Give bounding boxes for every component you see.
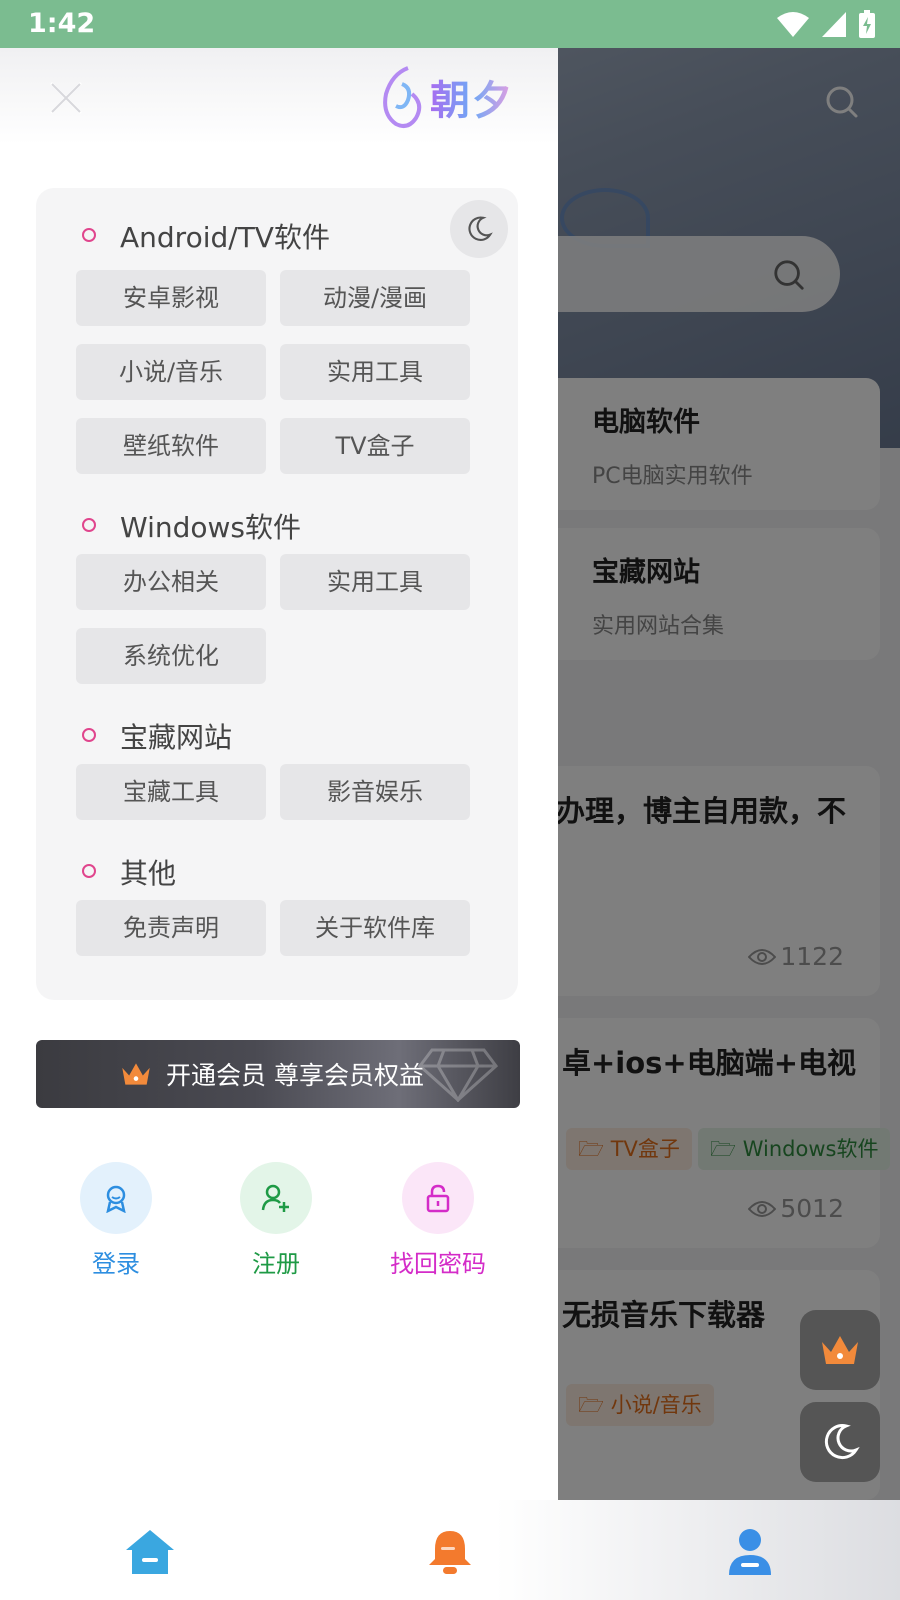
menu-chip[interactable]: 影音娱乐	[280, 764, 470, 820]
menu-chip[interactable]: 宝藏工具	[76, 764, 266, 820]
theme-toggle-button[interactable]	[450, 200, 508, 258]
crown-icon	[822, 1336, 858, 1364]
nav-notifications[interactable]	[420, 1522, 480, 1582]
menu-chip[interactable]: 系统优化	[76, 628, 266, 684]
lock-icon	[426, 1184, 450, 1213]
bullet-icon	[82, 728, 96, 742]
register-icon-circle	[240, 1162, 312, 1234]
wifi-icon	[777, 12, 809, 37]
recover-password-action[interactable]: 找回密码	[368, 1162, 508, 1279]
logo: 朝夕	[378, 64, 514, 130]
menu-chip[interactable]: 实用工具	[280, 554, 470, 610]
menu-chip[interactable]: 实用工具	[280, 344, 470, 400]
signal-icon	[822, 12, 846, 37]
vip-banner[interactable]: 开通会员 尊享会员权益	[36, 1040, 520, 1108]
login-label: 登录	[92, 1250, 140, 1278]
user-plus-icon	[261, 1184, 289, 1212]
menu-chip[interactable]: 免责声明	[76, 900, 266, 956]
vip-banner-text: 开通会员 尊享会员权益	[166, 1061, 424, 1090]
battery-icon	[859, 10, 875, 38]
vip-fab[interactable]	[800, 1310, 880, 1390]
bell-icon	[429, 1531, 471, 1574]
menu-chip[interactable]: 小说/音乐	[76, 344, 266, 400]
menu-chip[interactable]: 关于软件库	[280, 900, 470, 956]
bullet-icon	[82, 864, 96, 878]
login-icon-circle	[80, 1162, 152, 1234]
bullet-icon	[82, 518, 96, 532]
drawer-header: 朝夕	[0, 48, 558, 144]
menu-chip[interactable]: 动漫/漫画	[280, 270, 470, 326]
moon-icon	[824, 1424, 860, 1460]
section-label: Windows软件	[120, 511, 301, 544]
recover-password-label: 找回密码	[390, 1250, 486, 1278]
menu-chip[interactable]: 安卓影视	[76, 270, 266, 326]
diamond-icon	[418, 1048, 498, 1102]
user-icon	[729, 1529, 771, 1575]
logo-text: 朝夕	[430, 68, 514, 126]
nav-home[interactable]	[120, 1522, 180, 1582]
close-icon[interactable]	[46, 78, 86, 118]
status-bar: 1:42	[0, 0, 900, 48]
register-action[interactable]: 注册	[206, 1162, 346, 1279]
bottom-navigation	[0, 1500, 900, 1600]
crown-icon	[122, 1063, 150, 1085]
login-action[interactable]: 登录	[46, 1162, 186, 1279]
menu-chip[interactable]: TV盒子	[280, 418, 470, 474]
register-label: 注册	[252, 1250, 300, 1278]
side-drawer: 朝夕 Android/TV软件 安卓影视 动漫/漫画 小说/音乐 实用工具 壁纸…	[0, 48, 558, 1500]
moon-icon	[468, 216, 493, 241]
bullet-icon	[82, 228, 96, 242]
menu-chip[interactable]: 壁纸软件	[76, 418, 266, 474]
menu-chip[interactable]: 办公相关	[76, 554, 266, 610]
category-menu: Android/TV软件 安卓影视 动漫/漫画 小说/音乐 实用工具 壁纸软件 …	[36, 188, 518, 1000]
home-icon	[126, 1530, 174, 1574]
status-time: 1:42	[28, 8, 96, 39]
recover-icon-circle	[402, 1162, 474, 1234]
section-label: Android/TV软件	[120, 221, 330, 254]
badge-icon	[106, 1185, 126, 1213]
section-label: 宝藏网站	[120, 721, 233, 754]
theme-toggle-fab[interactable]	[800, 1402, 880, 1482]
logo-mark-icon	[383, 66, 422, 128]
vip-banner-content: 开通会员 尊享会员权益	[120, 1040, 424, 1108]
status-icons	[776, 10, 876, 38]
section-label: 其他	[120, 857, 177, 890]
nav-profile[interactable]	[720, 1522, 780, 1582]
